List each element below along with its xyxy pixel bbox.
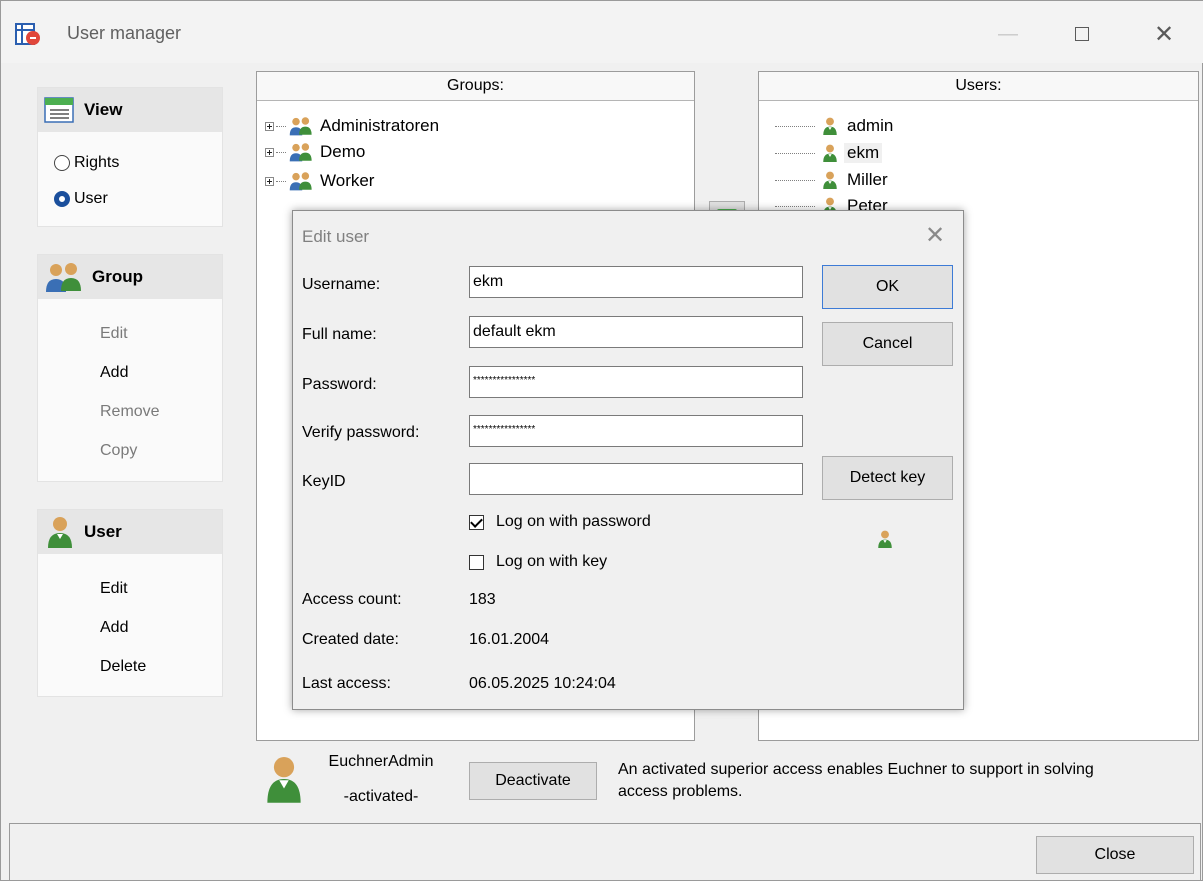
group-users-icon bbox=[46, 263, 81, 292]
group-item[interactable]: Administratoren bbox=[265, 113, 439, 139]
username-label: Username: bbox=[302, 276, 381, 293]
group-users-icon bbox=[289, 143, 312, 162]
keyid-field[interactable] bbox=[469, 463, 803, 495]
expand-icon[interactable] bbox=[265, 147, 274, 157]
superior-info-line2: access problems. bbox=[618, 783, 743, 800]
radio-rights[interactable]: Rights bbox=[54, 154, 119, 172]
group-item-label: Worker bbox=[320, 171, 375, 190]
group-copy-link[interactable]: Copy bbox=[100, 442, 137, 460]
user-item-label: Miller bbox=[847, 170, 888, 189]
maximize-button[interactable] bbox=[1050, 11, 1114, 57]
logon-password-checkbox[interactable]: Log on with password bbox=[469, 513, 651, 531]
key-user-icon bbox=[876, 529, 894, 554]
user-delete-link[interactable]: Delete bbox=[100, 658, 146, 676]
last-access-value: 06.05.2025 10:24:04 bbox=[469, 675, 616, 692]
superior-status: -activated- bbox=[343, 788, 419, 805]
ok-button[interactable]: OK bbox=[822, 265, 953, 309]
user-item[interactable]: admin bbox=[775, 113, 893, 139]
title-bar: User manager — ✕ bbox=[1, 1, 1203, 63]
expand-icon[interactable] bbox=[265, 121, 274, 131]
group-users-icon bbox=[289, 172, 312, 191]
window-title: User manager bbox=[67, 23, 182, 43]
last-access-label: Last access: bbox=[302, 675, 391, 692]
group-edit-link[interactable]: Edit bbox=[100, 325, 128, 343]
checkbox-unchecked[interactable] bbox=[469, 554, 484, 570]
radio-rights-circle[interactable] bbox=[54, 155, 70, 171]
logon-key-checkbox[interactable]: Log on with key bbox=[469, 553, 607, 571]
dialog-title: Edit user bbox=[302, 227, 370, 246]
group-panel-title: Group bbox=[92, 267, 143, 286]
user-icon bbox=[823, 171, 837, 189]
group-item[interactable]: Demo bbox=[265, 139, 365, 165]
access-count-label: Access count: bbox=[302, 591, 402, 608]
user-panel-title: User bbox=[84, 522, 122, 541]
group-panel: Group Edit Add Remove Copy bbox=[37, 254, 223, 482]
radio-rights-label: Rights bbox=[74, 154, 120, 171]
user-add-link[interactable]: Add bbox=[100, 619, 128, 637]
verify-password-field[interactable]: **************** bbox=[469, 415, 803, 447]
user-icon bbox=[823, 117, 837, 135]
user-panel: User Edit Add Delete bbox=[37, 509, 223, 697]
expand-icon[interactable] bbox=[265, 176, 274, 186]
group-add-link[interactable]: Add bbox=[100, 364, 128, 382]
view-list-icon bbox=[44, 97, 74, 123]
fullname-label: Full name: bbox=[302, 326, 377, 343]
radio-user-label: User bbox=[74, 190, 108, 207]
user-icon bbox=[48, 517, 72, 548]
fullname-field[interactable]: default ekm bbox=[469, 316, 803, 348]
verify-password-label: Verify password: bbox=[302, 424, 420, 441]
checkbox-checked[interactable] bbox=[469, 514, 484, 530]
user-item-label: ekm bbox=[844, 143, 883, 163]
close-button[interactable]: Close bbox=[1036, 836, 1194, 874]
group-item-label: Demo bbox=[320, 142, 366, 161]
username-field[interactable]: ekm bbox=[469, 266, 803, 298]
keyid-label: KeyID bbox=[302, 473, 346, 490]
user-item-selected[interactable]: ekm bbox=[775, 140, 883, 166]
user-item[interactable]: Miller bbox=[775, 167, 888, 193]
password-label: Password: bbox=[302, 376, 377, 393]
groups-header[interactable]: Groups: bbox=[257, 72, 694, 101]
superior-info-line1: An activated superior access enables Euc… bbox=[618, 761, 1094, 778]
radio-user[interactable]: User bbox=[54, 190, 108, 208]
maximize-icon bbox=[1075, 27, 1089, 41]
view-panel: View Rights User bbox=[37, 87, 223, 227]
detect-key-button[interactable]: Detect key bbox=[822, 456, 953, 500]
view-panel-title: View bbox=[84, 100, 123, 119]
dialog-close-button[interactable]: ✕ bbox=[921, 221, 949, 249]
user-panel-header: User bbox=[38, 510, 222, 554]
superior-user-icon bbox=[265, 755, 303, 808]
cancel-button[interactable]: Cancel bbox=[822, 322, 953, 366]
logon-key-label: Log on with key bbox=[496, 553, 608, 570]
group-item[interactable]: Worker bbox=[265, 168, 374, 194]
edit-user-dialog: Edit user ✕ Username: ekm Full name: def… bbox=[292, 210, 964, 710]
user-item-label: admin bbox=[847, 116, 894, 135]
password-field[interactable]: **************** bbox=[469, 366, 803, 398]
group-item-label: Administratoren bbox=[320, 116, 440, 135]
deactivate-button[interactable]: Deactivate bbox=[469, 762, 597, 800]
view-panel-header: View bbox=[38, 88, 222, 132]
minimize-button[interactable]: — bbox=[976, 11, 1040, 57]
user-icon bbox=[823, 144, 837, 162]
app-icon bbox=[15, 23, 41, 47]
logon-password-label: Log on with password bbox=[496, 513, 651, 530]
users-header[interactable]: Users: bbox=[759, 72, 1198, 101]
created-date-label: Created date: bbox=[302, 631, 399, 648]
close-window-button[interactable]: ✕ bbox=[1132, 11, 1196, 57]
created-date-value: 16.01.2004 bbox=[469, 631, 550, 648]
access-count-value: 183 bbox=[469, 591, 496, 608]
radio-user-circle[interactable] bbox=[54, 191, 70, 207]
user-edit-link[interactable]: Edit bbox=[100, 580, 128, 598]
group-panel-header: Group bbox=[38, 255, 222, 299]
group-users-icon bbox=[289, 117, 312, 136]
superior-name: EuchnerAdmin bbox=[328, 753, 434, 770]
footer-bar bbox=[9, 823, 1201, 881]
user-manager-window: User manager — ✕ View Rights User Group … bbox=[0, 0, 1203, 881]
group-remove-link[interactable]: Remove bbox=[100, 403, 160, 421]
